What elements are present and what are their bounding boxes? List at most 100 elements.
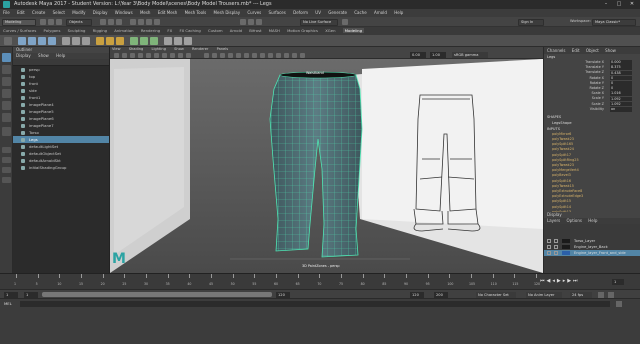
textured-icon[interactable] — [228, 53, 233, 58]
anti-aliasing-icon[interactable] — [268, 53, 273, 58]
outliner-item[interactable]: imagePlane7 — [13, 122, 109, 129]
channel-value[interactable]: on — [610, 106, 632, 112]
shelf-tab-bifrost[interactable]: Bifrost — [249, 28, 261, 33]
viewport-menu-view[interactable]: View — [112, 47, 121, 51]
character-set-dropdown[interactable]: No Character Set — [476, 291, 516, 298]
shelf-tab-animation[interactable]: Animation — [114, 28, 133, 33]
insert-edge-loop-icon[interactable] — [150, 37, 158, 45]
open-scene-icon[interactable] — [48, 19, 54, 25]
isolate-select-icon[interactable] — [276, 53, 281, 58]
bridge-icon[interactable] — [116, 37, 124, 45]
rotate-tool-icon[interactable] — [2, 101, 11, 110]
outliner-item[interactable]: Torso — [13, 129, 109, 136]
channel-value[interactable]: 0 — [610, 75, 632, 81]
select-tool-icon[interactable] — [2, 53, 11, 62]
gate-mask-icon[interactable] — [170, 53, 175, 58]
layer-playback-toggle[interactable] — [554, 251, 558, 255]
field-chart-icon[interactable] — [178, 53, 183, 58]
wireframe-on-shaded-icon[interactable] — [220, 53, 225, 58]
last-tool-icon[interactable] — [2, 127, 11, 136]
outliner-item[interactable]: front — [13, 80, 109, 87]
menu-file[interactable]: File — [3, 10, 10, 15]
outliner-menu-show[interactable]: Show — [38, 53, 49, 58]
current-frame-field[interactable]: 1 — [612, 279, 624, 285]
color-management-dropdown[interactable]: sRGB gamma — [452, 52, 488, 58]
ipr-render-icon[interactable] — [256, 19, 262, 25]
outliner-item[interactable]: top — [13, 73, 109, 80]
layer-menu-layers[interactable]: Layers — [547, 218, 560, 223]
shelf-tab-fx[interactable]: FX — [167, 28, 172, 33]
viewport-3d[interactable]: Waistband 3D PaintZones - persp M — [110, 59, 543, 273]
outliner-item[interactable]: defaultObjectSet — [13, 150, 109, 157]
save-scene-icon[interactable] — [56, 19, 62, 25]
multi-cut-icon[interactable] — [130, 37, 138, 45]
outliner-item[interactable]: front1 — [13, 94, 109, 101]
wireframe-icon[interactable] — [204, 53, 209, 58]
outliner-item[interactable]: defaultArnoldSkt — [13, 157, 109, 164]
command-input[interactable] — [20, 300, 610, 307]
menu-edit-mesh[interactable]: Edit Mesh — [158, 10, 178, 15]
viewport-menu-lighting[interactable]: Lighting — [151, 47, 166, 51]
safe-action-icon[interactable] — [186, 53, 191, 58]
select-camera-icon[interactable] — [114, 53, 119, 58]
menu-cache[interactable]: Cache — [354, 10, 366, 15]
grid-icon[interactable] — [146, 53, 151, 58]
channel-menu-show[interactable]: Show — [605, 48, 616, 53]
new-scene-icon[interactable] — [40, 19, 46, 25]
scale-tool-icon[interactable] — [2, 113, 11, 122]
auto-key-icon[interactable] — [598, 291, 604, 298]
shelf-tab-rendering[interactable]: Rendering — [141, 28, 160, 33]
script-editor-icon[interactable] — [616, 300, 622, 307]
outliner-layout-icon[interactable] — [2, 177, 11, 183]
shelf-tab-rigging[interactable]: Rigging — [93, 28, 107, 33]
resolution-gate-icon[interactable] — [162, 53, 167, 58]
menu-mesh-display[interactable]: Mesh Display — [214, 10, 241, 15]
viewport-menu-panels[interactable]: Panels — [217, 47, 229, 51]
outliner-item[interactable]: imagePlane5 — [13, 108, 109, 115]
mel-label[interactable]: MEL — [4, 301, 12, 306]
channel-menu-channels[interactable]: Channels — [547, 48, 566, 53]
minimize-button[interactable]: – — [600, 0, 612, 9]
outliner-menu-display[interactable]: Display — [16, 53, 31, 58]
layer-visibility-toggle[interactable] — [547, 245, 551, 249]
layer-visibility-toggle[interactable] — [547, 239, 551, 243]
lasso-tool-icon[interactable] — [2, 65, 11, 74]
shelf-tab-custom[interactable]: Custom — [208, 28, 223, 33]
menu-curves[interactable]: Curves — [247, 10, 261, 15]
select-object-icon[interactable] — [108, 19, 114, 25]
outliner-item[interactable]: imagePlane4 — [13, 101, 109, 108]
menu-set-dropdown[interactable]: Modeling — [2, 18, 36, 26]
backface-culling-icon[interactable] — [300, 53, 305, 58]
four-pane-layout-icon[interactable] — [2, 157, 11, 163]
select-hierarchy-icon[interactable] — [100, 19, 106, 25]
end-frame-field[interactable]: 120 — [410, 291, 424, 298]
channel-value[interactable]: 0.000 — [610, 60, 632, 65]
channel-value[interactable]: 0 — [610, 86, 632, 91]
two-pane-layout-icon[interactable] — [2, 167, 11, 173]
camera-attributes-icon[interactable] — [122, 53, 127, 58]
snap-point-icon[interactable] — [146, 19, 152, 25]
shelf-tab-polygons[interactable]: Polygons — [44, 28, 61, 33]
menu-mesh-tools[interactable]: Mesh Tools — [185, 10, 207, 15]
smooth-icon[interactable] — [164, 37, 172, 45]
outliner-menu-help[interactable]: Help — [56, 53, 65, 58]
layer-color-swatch[interactable] — [562, 239, 570, 243]
layer-menu-options[interactable]: Options — [567, 218, 582, 223]
layer-color-swatch[interactable] — [562, 245, 570, 249]
shelf-tab-curves-surfaces[interactable]: Curves / Surfaces — [3, 28, 36, 33]
poly-sphere-icon[interactable] — [18, 37, 26, 45]
shelf-tab-fx-caching[interactable]: FX Caching — [179, 28, 200, 33]
menu-windows[interactable]: Windows — [115, 10, 133, 15]
smooth-shade-icon[interactable] — [212, 53, 217, 58]
menu-arnold[interactable]: Arnold — [374, 10, 387, 15]
menu-uv[interactable]: UV — [315, 10, 321, 15]
start-range-field[interactable]: 1 — [24, 291, 38, 298]
close-button[interactable]: ✕ — [626, 0, 638, 9]
extrude-icon[interactable] — [96, 37, 104, 45]
film-gate-icon[interactable] — [154, 53, 159, 58]
shelf-tab-mash[interactable]: MASH — [269, 28, 280, 33]
channel-menu-edit[interactable]: Edit — [572, 48, 580, 53]
poly-plane-icon[interactable] — [48, 37, 56, 45]
bookmark-icon[interactable] — [130, 53, 135, 58]
layer-menu-help[interactable]: Help — [588, 218, 597, 223]
